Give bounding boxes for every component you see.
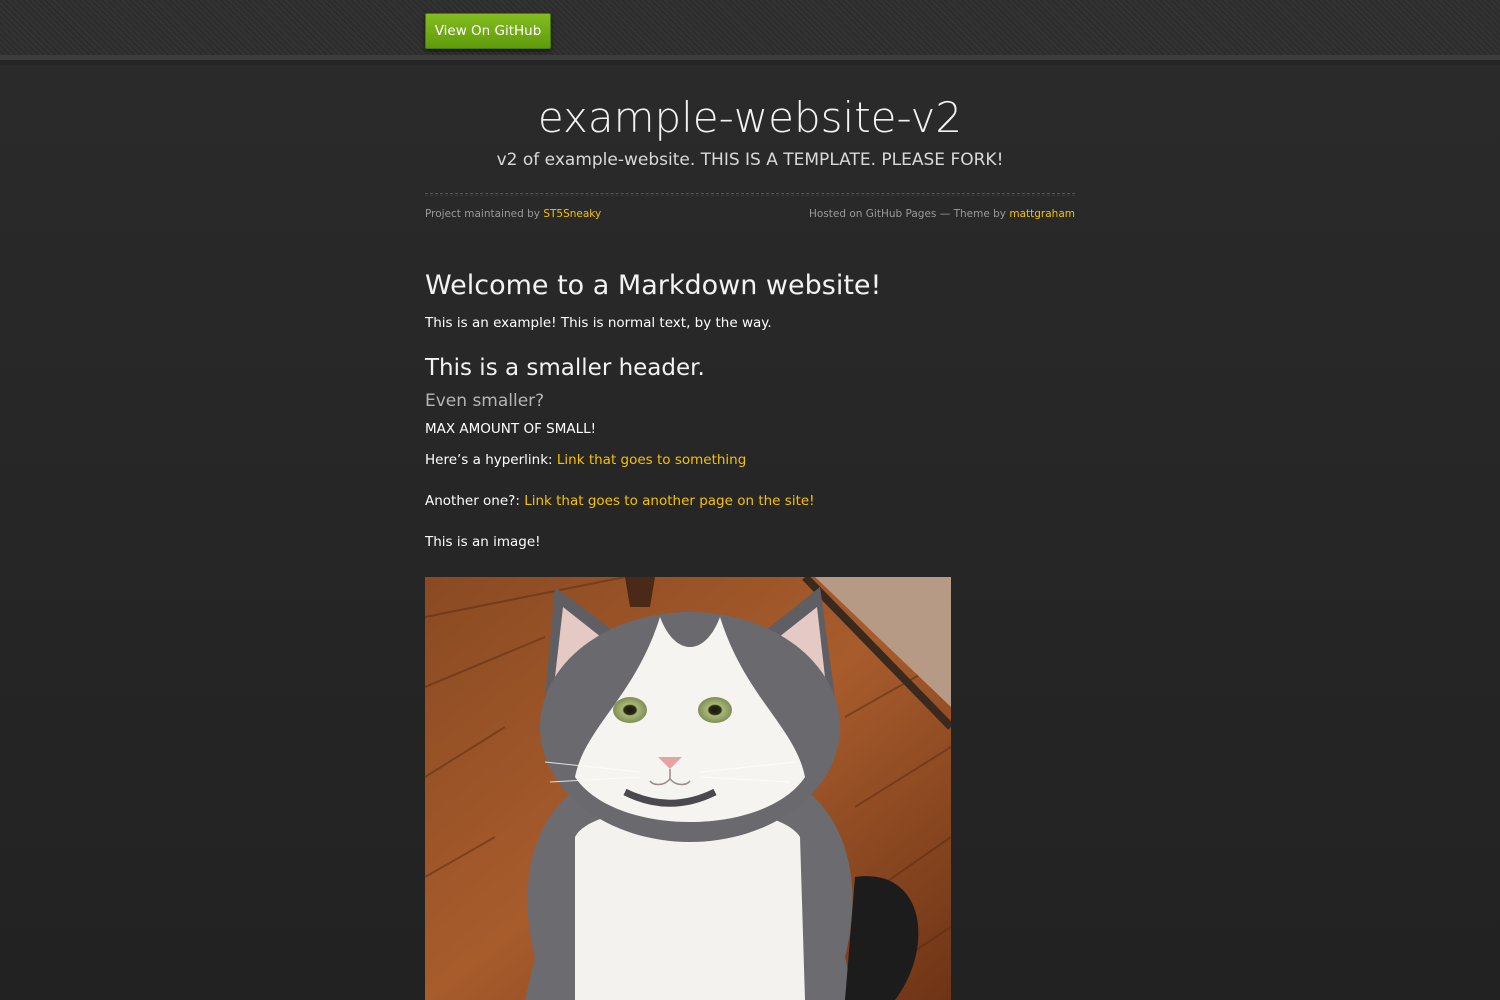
top-bar: View On GitHub <box>0 0 1500 60</box>
site-subtitle: v2 of example-website. THIS IS A TEMPLAT… <box>496 150 1004 170</box>
hosting-credit: Hosted on GitHub Pages — Theme by mattgr… <box>809 207 1075 221</box>
header-divider <box>425 193 1075 196</box>
cat-illustration <box>425 577 951 1000</box>
another-link-paragraph: Another one?: Link that goes to another … <box>425 492 1075 510</box>
hyperlink-paragraph: Here’s a hyperlink: Link that goes to so… <box>425 451 1075 469</box>
image-caption: This is an image! <box>425 534 541 550</box>
cat-image <box>425 577 951 1000</box>
view-on-github-button[interactable]: View On GitHub <box>425 13 551 49</box>
maintainer-link[interactable]: ST5Sneaky <box>543 208 601 220</box>
theme-author-link[interactable]: mattgraham <box>1009 208 1075 220</box>
main-content: Welcome to a Markdown website! This is a… <box>425 268 1075 551</box>
page-heading: Welcome to a Markdown website! <box>425 270 882 301</box>
intro-text: This is an example! This is normal text,… <box>425 315 772 331</box>
hyperlink-site-page[interactable]: Link that goes to another page on the si… <box>524 493 814 509</box>
smaller-header: This is a smaller header. <box>425 355 705 381</box>
another-link-prefix: Another one?: <box>425 493 525 509</box>
smallest-header: MAX AMOUNT OF SMALL! <box>425 421 597 437</box>
even-smaller-header: Even smaller? <box>425 391 545 411</box>
maintainer-prefix: Project maintained by <box>425 208 544 220</box>
hyperlink-prefix: Here’s a hyperlink: <box>425 452 557 468</box>
maintainer-credit: Project maintained by ST5Sneaky <box>425 207 601 221</box>
site-title: example-website-v2 <box>537 93 963 142</box>
hyperlink-something[interactable]: Link that goes to something <box>557 452 746 468</box>
hosting-prefix: Hosted on GitHub Pages — Theme by <box>809 208 1010 220</box>
